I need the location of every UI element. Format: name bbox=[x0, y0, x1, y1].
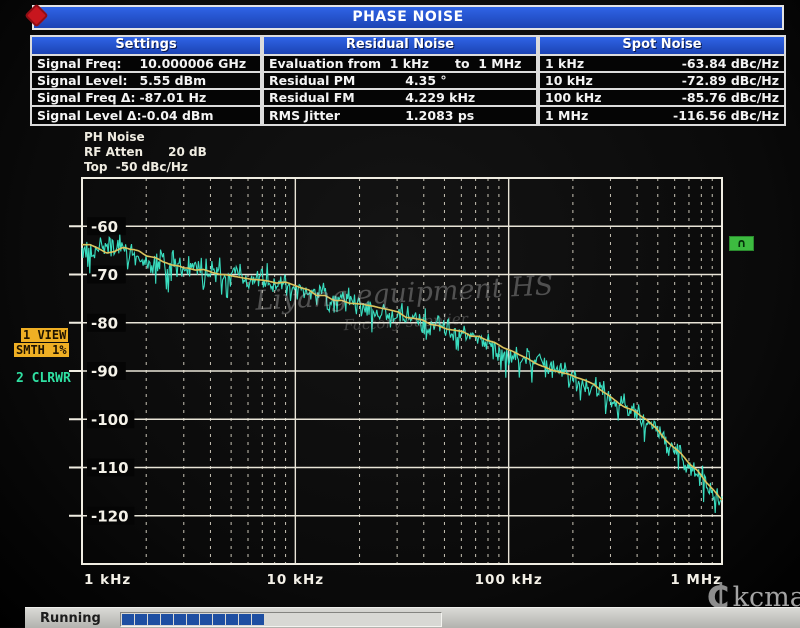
signal-level-delta-value: -0.04 dBm bbox=[142, 108, 214, 123]
svg-text:-70: -70 bbox=[91, 266, 118, 284]
table-row: Signal Level: 5.55 dBm bbox=[32, 73, 260, 90]
svg-text:-80: -80 bbox=[91, 314, 118, 332]
signal-freq-delta-label: Signal Freq Δ: bbox=[37, 90, 139, 105]
x-axis-labels: 1 kHz10 kHz100 kHz1 MHz bbox=[84, 572, 722, 588]
trace-info-block: PH Noise RF Atten 20 dB Top -50 dBc/Hz bbox=[84, 130, 207, 175]
trace1-state-labels: 1 VIEW SMTH 1% bbox=[14, 328, 69, 358]
progress-segment bbox=[252, 614, 264, 625]
evaluation-range-row: Evaluation from 1 kHz to 1 MHz bbox=[264, 56, 536, 73]
spot-noise-header: Spot Noise bbox=[540, 37, 784, 56]
trace-name: PH Noise bbox=[84, 130, 207, 145]
table-row: 1 MHz -116.56 dBc/Hz bbox=[540, 107, 784, 124]
center-watermark: Liyang equipment HS Factory supplier bbox=[234, 271, 576, 345]
residual-noise-header: Residual Noise bbox=[264, 37, 536, 56]
trace2-state-label: 2 CLRWR bbox=[16, 371, 71, 386]
svg-text:-90: -90 bbox=[91, 363, 118, 381]
progress-segment bbox=[213, 614, 225, 625]
chart-grid bbox=[82, 178, 722, 564]
svg-text:-100: -100 bbox=[91, 411, 129, 429]
trace-clrwr bbox=[82, 235, 722, 513]
table-row: 10 kHz -72.89 dBc/Hz bbox=[540, 73, 784, 90]
table-row: 100 kHz -85.76 dBc/Hz bbox=[540, 90, 784, 107]
rms-jitter-value: 1.2083 ps bbox=[405, 108, 474, 123]
spot-1mhz-label: 1 MHz bbox=[545, 108, 588, 123]
rms-jitter-label: RMS Jitter bbox=[269, 108, 405, 123]
residual-noise-table: Residual Noise Evaluation from 1 kHz to … bbox=[262, 35, 538, 126]
signal-freq-delta-value: -87.01 Hz bbox=[139, 90, 206, 105]
residual-pm-value: 4.35 ° bbox=[405, 73, 446, 88]
progress-segment bbox=[200, 614, 212, 625]
svg-text:-110: -110 bbox=[91, 459, 129, 477]
svg-text:10 kHz: 10 kHz bbox=[267, 572, 325, 588]
progress-segment bbox=[174, 614, 186, 625]
progress-segment bbox=[135, 614, 147, 625]
spot-100khz-value: -85.76 dBc/Hz bbox=[682, 90, 779, 105]
settings-header: Settings bbox=[32, 37, 260, 56]
center-watermark-line2: Factory supplier bbox=[235, 299, 576, 345]
residual-pm-label: Residual PM bbox=[269, 73, 405, 88]
table-row: RMS Jitter 1.2083 ps bbox=[264, 107, 536, 124]
progress-segment bbox=[148, 614, 160, 625]
trace-view-smoothed bbox=[82, 245, 722, 500]
spot-1khz-label: 1 kHz bbox=[545, 56, 584, 71]
svg-text:-60: -60 bbox=[91, 218, 118, 236]
progress-segment bbox=[161, 614, 173, 625]
center-watermark-line1: Liyang equipment HS bbox=[234, 271, 575, 317]
svg-text:-120: -120 bbox=[91, 507, 129, 525]
table-row: Residual FM 4.229 kHz bbox=[264, 90, 536, 107]
spot-100khz-label: 100 kHz bbox=[545, 90, 602, 105]
noise-marker-badge: ∩ bbox=[729, 236, 754, 251]
signal-level-value: 5.55 dBm bbox=[139, 73, 206, 88]
residual-fm-value: 4.229 kHz bbox=[405, 90, 475, 105]
y-axis-labels: -60 -70 -80 -90 -100 -110 -120 bbox=[69, 217, 134, 525]
spot-1mhz-value: -116.56 dBc/Hz bbox=[673, 108, 779, 123]
spot-1khz-value: -63.84 dBc/Hz bbox=[682, 56, 779, 71]
signal-level-label: Signal Level: bbox=[37, 73, 139, 88]
table-row: 1 kHz -63.84 dBc/Hz bbox=[540, 56, 784, 73]
progress-segment bbox=[239, 614, 251, 625]
running-status-text: Running bbox=[40, 611, 101, 626]
spot-10khz-label: 10 kHz bbox=[545, 73, 593, 88]
sweep-progress-bar bbox=[120, 612, 442, 627]
svg-text:100 kHz: 100 kHz bbox=[475, 572, 543, 588]
table-row: Signal Freq: 10.000006 GHz bbox=[32, 56, 260, 73]
progress-segment bbox=[226, 614, 238, 625]
settings-table: Settings Signal Freq: 10.000006 GHz Sign… bbox=[30, 35, 262, 126]
window-title: PHASE NOISE bbox=[32, 5, 784, 30]
top-level: Top -50 dBc/Hz bbox=[84, 160, 207, 175]
spot-10khz-value: -72.89 dBc/Hz bbox=[682, 73, 779, 88]
rf-atten: RF Atten 20 dB bbox=[84, 145, 207, 160]
signal-level-delta-label: Signal Level Δ: bbox=[37, 108, 142, 123]
trace1-view-chip: 1 VIEW bbox=[21, 328, 68, 342]
evaluation-range: Evaluation from 1 kHz to 1 MHz bbox=[269, 56, 521, 71]
signal-freq-value: 10.000006 GHz bbox=[139, 56, 246, 71]
residual-fm-label: Residual FM bbox=[269, 90, 405, 105]
spot-noise-table: Spot Noise 1 kHz -63.84 dBc/Hz 10 kHz -7… bbox=[538, 35, 786, 126]
signal-freq-label: Signal Freq: bbox=[37, 56, 139, 71]
progress-segment bbox=[187, 614, 199, 625]
progress-segment bbox=[122, 614, 134, 625]
status-bar: Running bbox=[25, 607, 800, 628]
svg-text:1 kHz: 1 kHz bbox=[84, 572, 131, 588]
trace1-smooth-chip: SMTH 1% bbox=[14, 343, 69, 357]
table-row: Signal Level Δ: -0.04 dBm bbox=[32, 107, 260, 124]
table-row: Residual PM 4.35 ° bbox=[264, 73, 536, 90]
table-row: Signal Freq Δ: -87.01 Hz bbox=[32, 90, 260, 107]
